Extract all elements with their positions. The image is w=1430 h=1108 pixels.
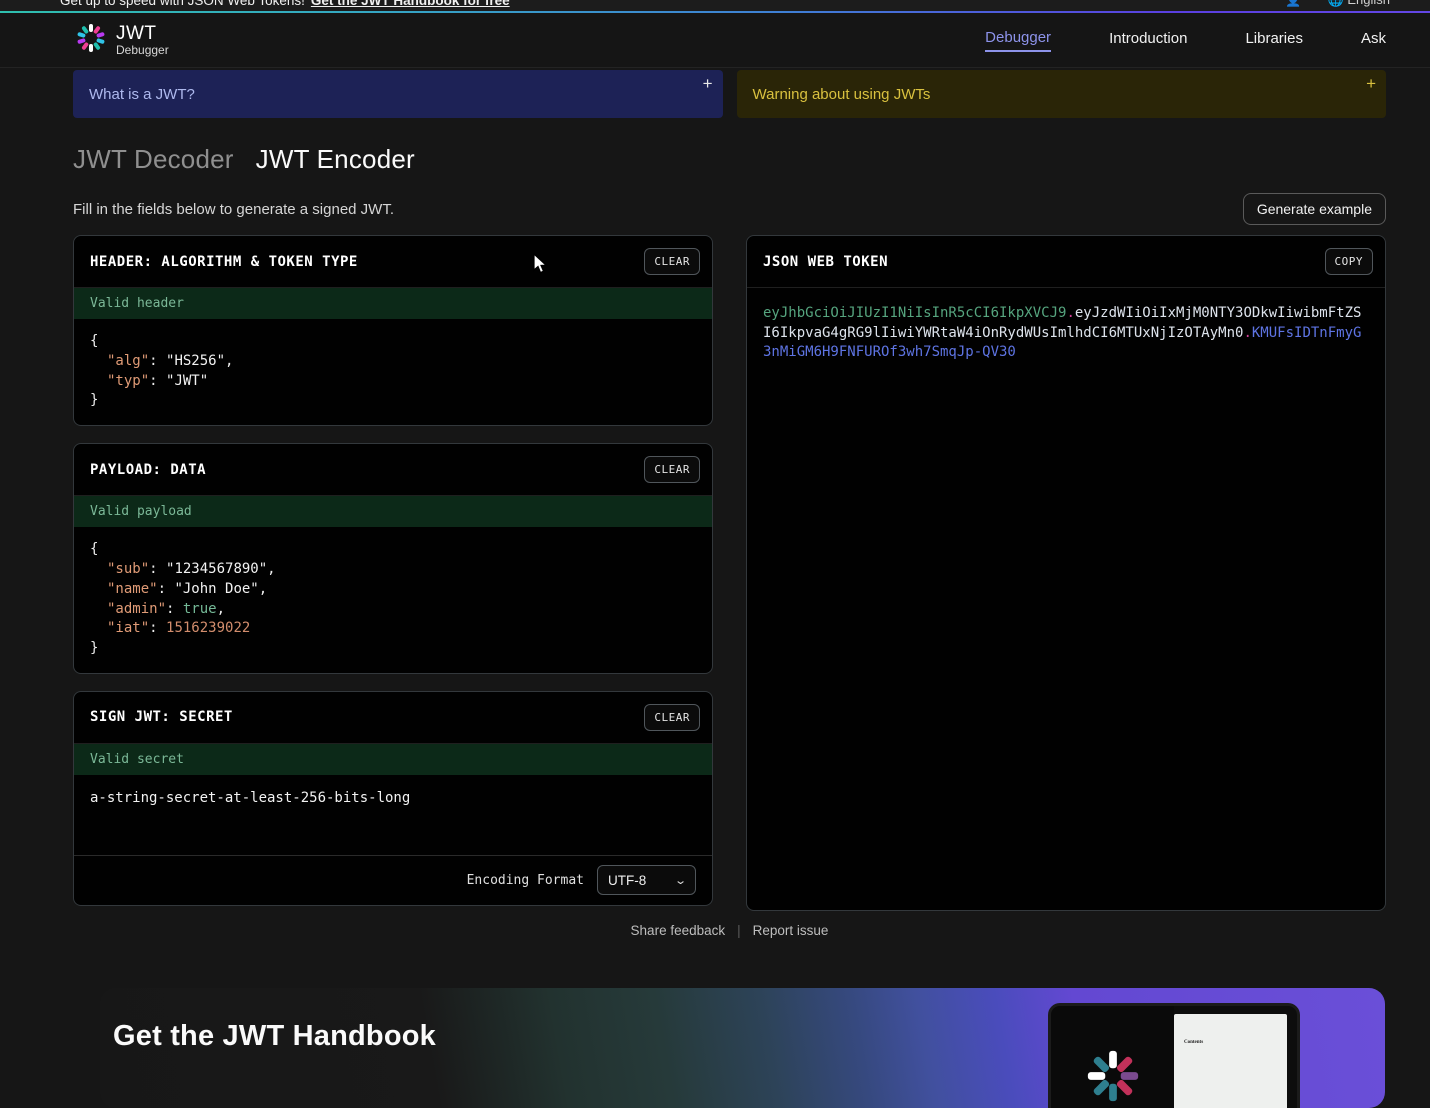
user-icon[interactable]: 👤 bbox=[1285, 0, 1301, 8]
promo-handbook-link[interactable]: Get the JWT Handbook for free bbox=[311, 0, 510, 8]
chevron-down-icon: ⌄ bbox=[674, 874, 687, 887]
encoder-left-column: HEADER: ALGORITHM & TOKEN TYPE CLEAR Val… bbox=[73, 235, 713, 906]
encoding-format-value: UTF-8 bbox=[608, 873, 646, 888]
secret-input[interactable]: a-string-secret-at-least-256-bits-long bbox=[74, 775, 712, 855]
token-card-title: JSON WEB TOKEN bbox=[763, 254, 888, 270]
json-key: "typ" bbox=[107, 373, 149, 389]
handbook-page: Contents bbox=[1174, 1014, 1287, 1108]
jwt-burst-icon bbox=[1084, 1047, 1142, 1108]
json-key: "iat" bbox=[107, 620, 149, 636]
generate-example-button[interactable]: Generate example bbox=[1243, 193, 1386, 225]
tab-jwt-decoder[interactable]: JWT Decoder bbox=[73, 144, 234, 175]
json-value: "JWT" bbox=[166, 373, 208, 389]
encoding-format-select[interactable]: UTF-8 ⌄ bbox=[597, 865, 696, 895]
json-key: "alg" bbox=[107, 353, 149, 369]
handbook-title: Get the JWT Handbook bbox=[113, 1020, 436, 1053]
json-web-token-card: JSON WEB TOKEN COPY eyJhbGciOiJIUzI1NiIs… bbox=[746, 235, 1386, 911]
payload-card-title: PAYLOAD: DATA bbox=[90, 462, 206, 478]
nav-introduction[interactable]: Introduction bbox=[1109, 30, 1187, 51]
json-key: "name" bbox=[107, 581, 158, 597]
expand-plus-icon[interactable]: + bbox=[1366, 74, 1376, 94]
jwt-header-segment: eyJhbGciOiJIUzI1NiIsInR5cCI6IkpXVCJ9 bbox=[763, 305, 1066, 321]
json-value: true bbox=[183, 601, 217, 617]
jwt-handbook-banner[interactable]: Get the JWT Handbook bbox=[100, 988, 1385, 1108]
footer-divider: | bbox=[737, 923, 741, 938]
nav-ask[interactable]: Ask bbox=[1361, 30, 1386, 51]
json-value: "John Doe" bbox=[174, 581, 258, 597]
secret-clear-button[interactable]: CLEAR bbox=[644, 704, 700, 731]
top-nav: JWT Debugger Debugger Introduction Libra… bbox=[0, 13, 1430, 68]
globe-icon: 🌐 bbox=[1328, 0, 1344, 7]
tab-jwt-encoder[interactable]: JWT Encoder bbox=[256, 144, 415, 175]
payload-status-badge: Valid payload bbox=[74, 496, 712, 527]
what-is-jwt-label: What is a JWT? bbox=[89, 86, 195, 103]
secret-card: SIGN JWT: SECRET CLEAR Valid secret a-st… bbox=[73, 691, 713, 906]
jwt-warning-banner[interactable]: Warning about using JWTs + bbox=[737, 70, 1387, 118]
language-selector[interactable]: 🌐 English bbox=[1328, 0, 1390, 8]
json-value: "1234567890" bbox=[166, 561, 267, 577]
brand-title: JWT bbox=[116, 24, 169, 44]
jwt-dot: . bbox=[1066, 305, 1074, 321]
nav-libraries[interactable]: Libraries bbox=[1245, 30, 1303, 51]
payload-json-editor[interactable]: { "sub": "1234567890", "name": "John Doe… bbox=[74, 527, 712, 673]
share-feedback-link[interactable]: Share feedback bbox=[631, 923, 726, 938]
json-value: 1516239022 bbox=[166, 620, 250, 636]
json-value: "HS256" bbox=[166, 353, 225, 369]
page-subtitle: Fill in the fields below to generate a s… bbox=[73, 201, 394, 218]
secret-status-badge: Valid secret bbox=[74, 744, 712, 775]
promo-text: Get up to speed with JSON Web Tokens! bbox=[60, 0, 305, 8]
nav-debugger[interactable]: Debugger bbox=[985, 29, 1051, 52]
header-card-title: HEADER: ALGORITHM & TOKEN TYPE bbox=[90, 254, 358, 270]
handbook-tablet-image: Contents bbox=[1048, 1003, 1300, 1108]
encoding-format-label: Encoding Format bbox=[467, 873, 584, 888]
encoded-jwt-output[interactable]: eyJhbGciOiJIUzI1NiIsInR5cCI6IkpXVCJ9.eyJ… bbox=[747, 288, 1385, 379]
expand-plus-icon[interactable]: + bbox=[703, 74, 713, 94]
json-key: "sub" bbox=[107, 561, 149, 577]
secret-card-title: SIGN JWT: SECRET bbox=[90, 709, 233, 725]
header-card: HEADER: ALGORITHM & TOKEN TYPE CLEAR Val… bbox=[73, 235, 713, 426]
mode-tabs: JWT Decoder JWT Encoder bbox=[73, 144, 1386, 175]
jwt-logo[interactable]: JWT Debugger bbox=[76, 23, 169, 58]
header-status-badge: Valid header bbox=[74, 288, 712, 319]
json-key: "admin" bbox=[107, 601, 166, 617]
what-is-jwt-banner[interactable]: What is a JWT? + bbox=[73, 70, 723, 118]
jwt-dot: . bbox=[1243, 325, 1251, 341]
brand-subtitle: Debugger bbox=[116, 44, 169, 57]
header-clear-button[interactable]: CLEAR bbox=[644, 248, 700, 275]
jwt-burst-icon bbox=[76, 23, 106, 58]
payload-card: PAYLOAD: DATA CLEAR Valid payload { "sub… bbox=[73, 443, 713, 674]
payload-clear-button[interactable]: CLEAR bbox=[644, 456, 700, 483]
nav-links: Debugger Introduction Libraries Ask bbox=[985, 29, 1386, 52]
report-issue-link[interactable]: Report issue bbox=[753, 923, 829, 938]
promo-banner: Get up to speed with JSON Web Tokens! Ge… bbox=[0, 0, 1430, 11]
token-copy-button[interactable]: COPY bbox=[1325, 248, 1374, 275]
jwt-warning-label: Warning about using JWTs bbox=[753, 86, 931, 103]
header-json-editor[interactable]: { "alg": "HS256", "typ": "JWT" } bbox=[74, 319, 712, 425]
